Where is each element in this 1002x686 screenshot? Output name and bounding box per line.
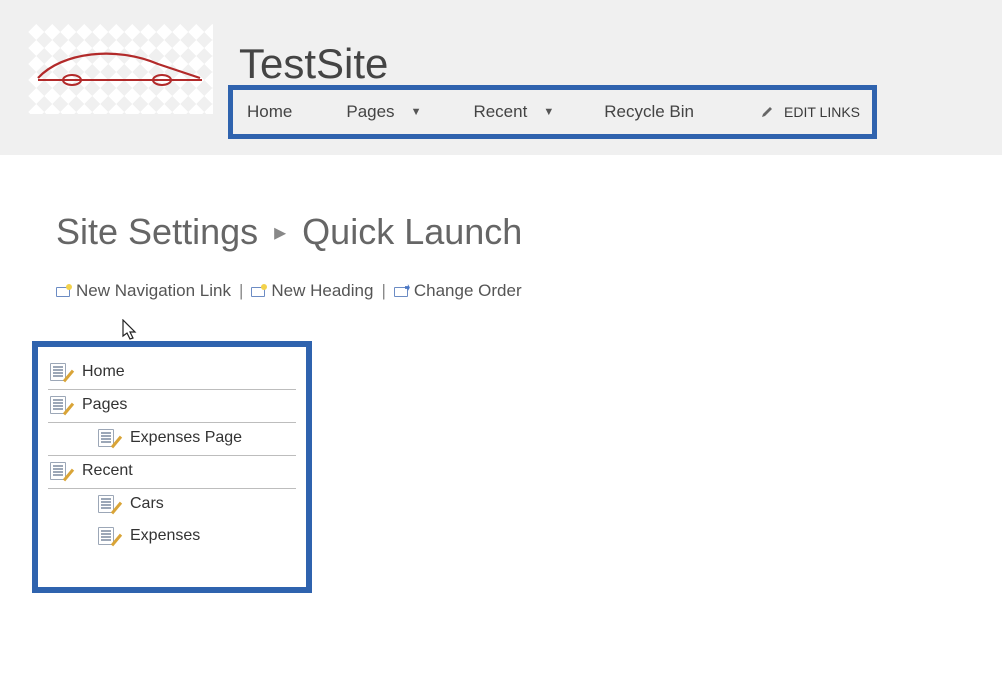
new-heading-button[interactable]: New Heading (251, 281, 373, 301)
action-label: New Heading (271, 281, 373, 301)
link-edit-icon (98, 429, 116, 447)
ql-label: Pages (82, 396, 127, 414)
new-link-icon (56, 284, 72, 298)
action-bar: New Navigation Link | New Heading | Chan… (56, 281, 1002, 301)
breadcrumb: Site Settings ▸ Quick Launch (56, 211, 1002, 253)
separator: | (381, 281, 385, 301)
cursor-icon (120, 319, 140, 343)
pencil-icon (760, 105, 774, 119)
change-order-button[interactable]: Change Order (394, 281, 522, 301)
breadcrumb-current: Quick Launch (302, 211, 522, 253)
heading-edit-icon (50, 363, 68, 381)
ql-label: Expenses (130, 527, 200, 545)
heading-edit-icon (50, 462, 68, 480)
link-edit-icon (98, 527, 116, 545)
main-content: Site Settings ▸ Quick Launch New Navigat… (0, 155, 1002, 593)
quick-launch-tree: Home Pages Expenses Page Recent Cars Exp… (32, 341, 312, 593)
action-label: New Navigation Link (76, 281, 231, 301)
car-logo-icon (32, 50, 208, 90)
nav-item-recent[interactable]: Recent ▼ (473, 102, 554, 122)
nav-item-label: Pages (346, 102, 394, 122)
cursor-overlay (120, 319, 1002, 337)
heading-edit-icon (50, 396, 68, 414)
change-order-icon (394, 284, 410, 298)
edit-links-label: EDIT LINKS (784, 104, 860, 120)
ql-child-expenses[interactable]: Expenses (48, 521, 296, 553)
ql-heading-recent[interactable]: Recent (48, 456, 296, 489)
ql-child-expenses-page[interactable]: Expenses Page (48, 423, 296, 456)
new-heading-icon (251, 284, 267, 298)
ql-heading-home[interactable]: Home (48, 357, 296, 390)
edit-links-button[interactable]: EDIT LINKS (760, 104, 860, 120)
ql-label: Home (82, 363, 125, 381)
header: TestSite Home Pages ▼ Recent ▼ Recycle B… (0, 0, 1002, 155)
action-label: Change Order (414, 281, 522, 301)
nav-item-pages[interactable]: Pages ▼ (346, 102, 421, 122)
separator: | (239, 281, 243, 301)
breadcrumb-parent[interactable]: Site Settings (56, 211, 258, 253)
nav-item-recycle-bin[interactable]: Recycle Bin (604, 102, 694, 122)
site-logo[interactable] (28, 24, 213, 114)
link-edit-icon (98, 495, 116, 513)
ql-heading-pages[interactable]: Pages (48, 390, 296, 423)
ql-label: Expenses Page (130, 429, 242, 447)
ql-label: Recent (82, 462, 133, 480)
chevron-down-icon: ▼ (543, 106, 554, 118)
nav-item-home[interactable]: Home (247, 102, 292, 122)
site-title: TestSite (239, 40, 388, 88)
nav-item-label: Recent (473, 102, 527, 122)
ql-label: Cars (130, 495, 164, 513)
breadcrumb-separator-icon: ▸ (274, 218, 286, 247)
ql-child-cars[interactable]: Cars (48, 489, 296, 521)
chevron-down-icon: ▼ (411, 106, 422, 118)
new-navigation-link-button[interactable]: New Navigation Link (56, 281, 231, 301)
top-navigation: Home Pages ▼ Recent ▼ Recycle Bin EDIT L… (228, 85, 877, 139)
